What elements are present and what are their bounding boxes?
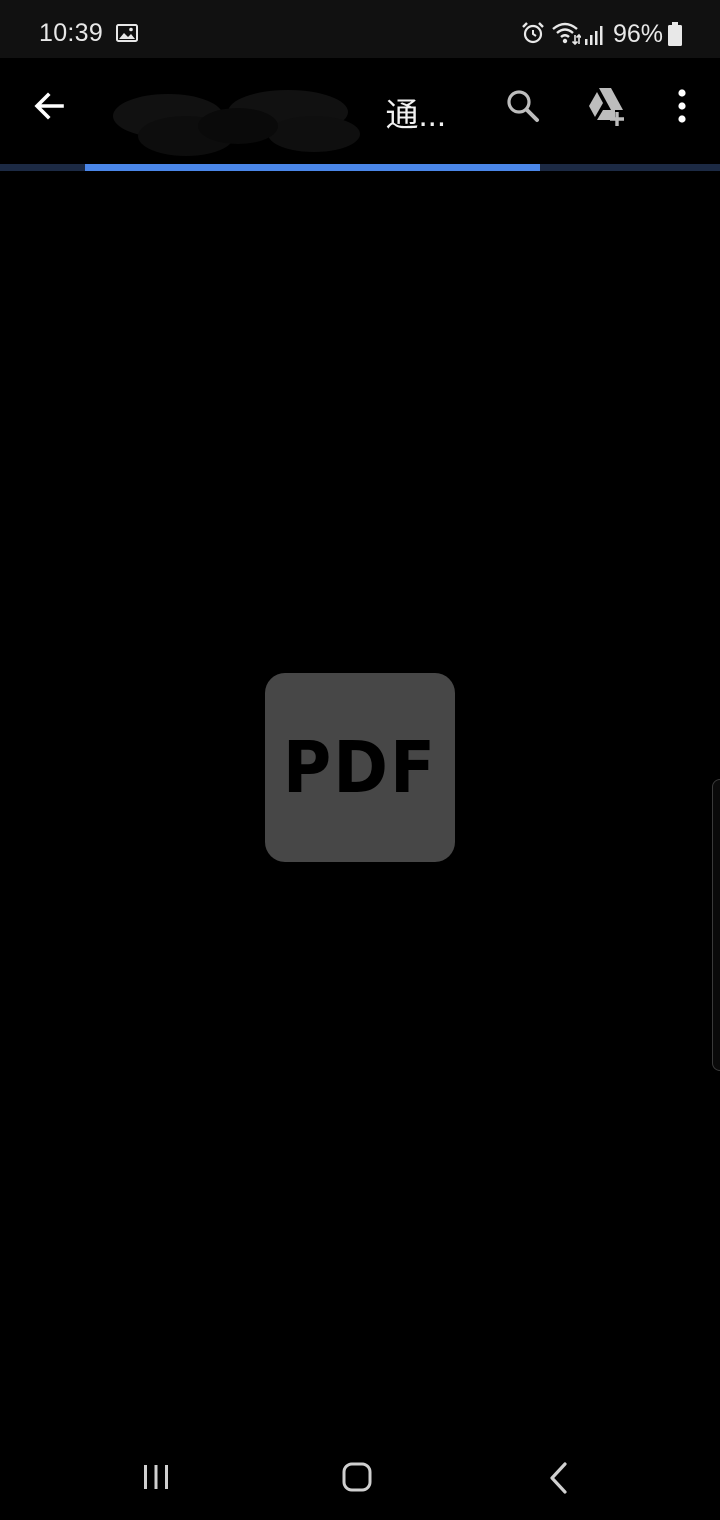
recents-icon[interactable] <box>140 1462 172 1492</box>
drive-add-icon[interactable] <box>585 84 629 126</box>
home-icon[interactable] <box>340 1460 374 1494</box>
alarm-icon <box>522 22 544 44</box>
app-bar: 通... <box>0 58 720 164</box>
gallery-icon <box>116 24 138 42</box>
battery-icon <box>668 22 682 46</box>
document-title: 通... <box>385 96 446 133</box>
pdf-placeholder-label: PDF <box>282 725 438 810</box>
signal-icon <box>585 26 603 45</box>
navigation-bar <box>0 1420 720 1520</box>
battery-percentage: 96% <box>613 20 664 48</box>
wifi-icon <box>552 22 581 46</box>
status-time: 10:39 <box>39 19 104 47</box>
document-viewer[interactable]: PDF <box>0 171 720 1420</box>
status-bar: 10:39 96% <box>0 0 720 58</box>
more-vert-icon[interactable] <box>664 86 700 126</box>
back-arrow-icon[interactable] <box>28 84 72 128</box>
progress-fill <box>84 164 540 171</box>
search-icon[interactable] <box>503 86 543 126</box>
fast-scroll-handle[interactable] <box>712 779 720 1071</box>
loading-progress-bar <box>0 164 720 171</box>
back-icon[interactable] <box>546 1460 572 1496</box>
pdf-placeholder-icon: PDF <box>265 673 455 862</box>
